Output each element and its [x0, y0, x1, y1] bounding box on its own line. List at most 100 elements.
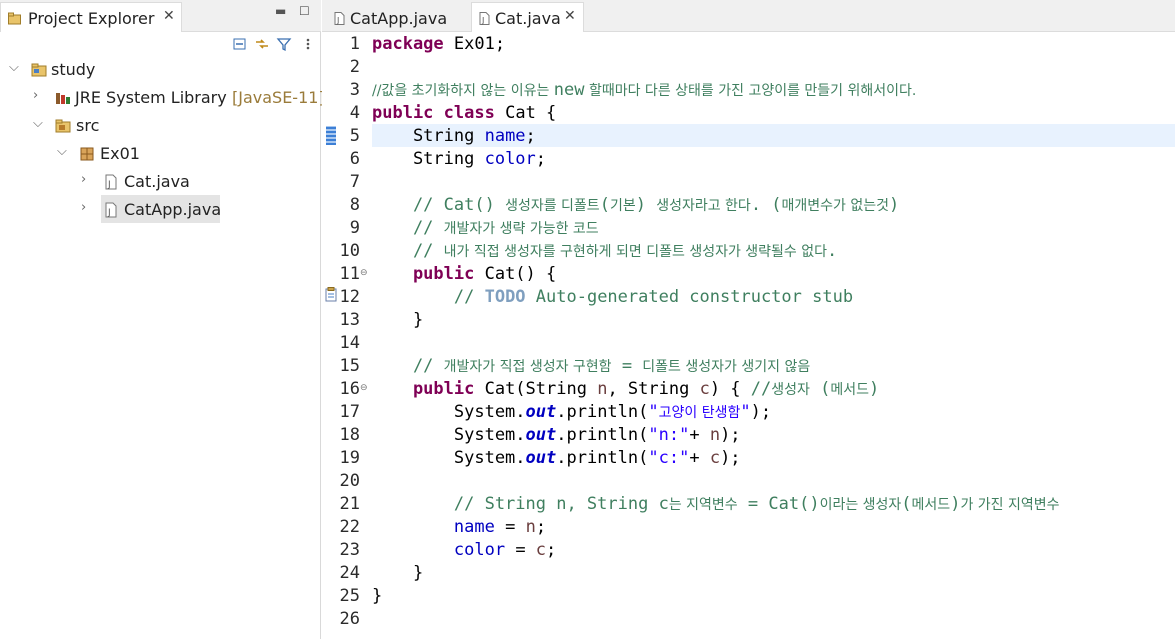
- comment: 이라는 생성자: [819, 497, 902, 513]
- comment: 메서드: [911, 497, 951, 513]
- close-icon[interactable]: ✕: [163, 8, 175, 24]
- library-icon: [56, 93, 70, 104]
- tree-item-study[interactable]: ⌵ study: [0, 57, 321, 83]
- code-line[interactable]: // 개발자가 직접 생성자 구현함 = 디폴트 생성자가 생기지 않음: [372, 355, 810, 378]
- code-line[interactable]: public Cat() {: [372, 263, 556, 286]
- chevron-down-icon[interactable]: ⌵: [57, 144, 67, 159]
- code-line[interactable]: System.out.println("c:"+ c);: [372, 447, 741, 470]
- fold-collapse-icon[interactable]: ⊖: [360, 383, 368, 393]
- code-line[interactable]: }: [372, 562, 423, 585]
- parameter: c: [699, 379, 710, 399]
- tree-item-src[interactable]: ⌵ src: [0, 113, 321, 139]
- code-line[interactable]: //값을 초기화하지 않는 이유는 new 할때마다 다른 상태를 가진 고양이…: [372, 79, 916, 102]
- file-label: Cat.java: [124, 172, 190, 191]
- code-text: );: [720, 448, 741, 468]
- chevron-right-icon[interactable]: ›: [33, 88, 38, 103]
- minimize-icon[interactable]: ▬: [275, 4, 286, 18]
- parameter: n: [525, 517, 536, 537]
- collapse-all-icon[interactable]: [232, 36, 248, 52]
- java-file-icon: J: [105, 174, 117, 190]
- line-number: 18: [339, 425, 360, 445]
- code-text: );: [720, 425, 741, 445]
- line-number: 7: [349, 172, 360, 192]
- line-number: 3: [349, 80, 360, 100]
- code-line[interactable]: color = c;: [372, 539, 556, 562]
- field-name: name: [453, 517, 495, 537]
- code-text: Cat() {: [474, 264, 557, 284]
- code-text: +: [689, 448, 710, 468]
- static-field: out: [525, 402, 557, 422]
- comment: //값을 초기화하지 않는 이유는: [372, 83, 554, 99]
- code-line[interactable]: String color;: [372, 148, 546, 171]
- line-number: 9: [349, 218, 360, 238]
- comment: Auto-generated constructor stub: [525, 287, 854, 307]
- code-line[interactable]: // 내가 직접 생성자를 구현하게 되면 디폴트 생성자가 생략될수 없다.: [372, 240, 837, 263]
- string-literal: 고양이 탄생함: [658, 405, 741, 421]
- line-number: 19: [339, 448, 360, 468]
- chevron-down-icon[interactable]: ⌵: [33, 116, 43, 131]
- code-line[interactable]: public Cat(String n, String c) { //생성자 (…: [372, 378, 879, 401]
- code-line[interactable]: public class Cat {: [372, 102, 556, 125]
- code-text: ;: [535, 149, 547, 169]
- tree-item-cat-java[interactable]: › J Cat.java: [0, 169, 321, 195]
- chevron-right-icon[interactable]: ›: [81, 200, 86, 215]
- fold-collapse-icon[interactable]: ⊖: [360, 268, 368, 278]
- code-line[interactable]: }: [372, 585, 382, 608]
- package-icon: [80, 147, 94, 161]
- tree-item-package[interactable]: ⌵ Ex01: [0, 141, 321, 167]
- code-line[interactable]: package Ex01;: [372, 33, 505, 56]
- code-line[interactable]: }: [372, 309, 423, 332]
- code-line[interactable]: String name;: [372, 125, 536, 148]
- code-line[interactable]: // Cat() 생성자를 디폴트(기본) 생성자라고 한다. (매개변수가 없…: [372, 194, 899, 217]
- tab-project-explorer[interactable]: Project Explorer ✕: [0, 2, 182, 32]
- line-number: 17: [339, 402, 360, 422]
- explorer-header: Project Explorer ✕ ▬ ☐: [0, 0, 321, 32]
- line-number: 6: [349, 149, 360, 169]
- todo-tag: TODO: [484, 287, 526, 307]
- code-editor: J CatApp.java J Cat.java ✕ 1 2 3 4 5 6 7…: [322, 0, 1175, 639]
- keyword: class: [443, 103, 495, 123]
- line-number: 14: [339, 333, 360, 353]
- chevron-right-icon[interactable]: ›: [81, 172, 86, 187]
- code-line[interactable]: name = n;: [372, 516, 546, 539]
- code-line[interactable]: // 개발자가 생략 가능한 코드: [372, 217, 599, 240]
- comment: 내가 직접 생성자를 구현하게 되면 디폴트 생성자가 생략될수 없다: [443, 244, 828, 260]
- code-line[interactable]: System.out.println("고양이 탄생함");: [372, 401, 771, 424]
- tab-cat-java[interactable]: J Cat.java ✕: [471, 2, 584, 32]
- comment: ): [950, 494, 961, 514]
- comment: = Cat(): [737, 494, 820, 514]
- svg-text:J: J: [481, 16, 484, 25]
- line-number: 5: [349, 126, 360, 146]
- tab-label: Cat.java: [495, 9, 561, 28]
- line-number: 13: [339, 310, 360, 330]
- comment: .: [827, 241, 838, 261]
- code-line[interactable]: // String n, String c는 지역변수 = Cat()이라는 생…: [372, 493, 1060, 516]
- maximize-icon[interactable]: ☐: [299, 4, 310, 18]
- code-text: ;: [525, 126, 536, 146]
- keyword: public: [372, 264, 475, 284]
- comment: 생성자를 디폴트: [505, 198, 600, 214]
- tree-item-jre[interactable]: › JRE System Library [JavaSE-11]: [0, 85, 325, 111]
- code-line[interactable]: // TODO Auto-generated constructor stub: [372, 286, 853, 309]
- close-icon[interactable]: ✕: [564, 8, 576, 24]
- code-text: .println(: [556, 402, 649, 422]
- tree-item-catapp-java[interactable]: › J CatApp.java: [0, 197, 321, 223]
- comment: 매개변수가 없는것: [781, 198, 890, 214]
- code-line[interactable]: System.out.println("n:"+ n);: [372, 424, 741, 447]
- source-folder-icon: [55, 119, 71, 133]
- link-with-editor-icon[interactable]: [254, 36, 270, 52]
- code-text: +: [689, 425, 710, 445]
- filter-icon[interactable]: [276, 36, 292, 52]
- file-label: CatApp.java: [124, 200, 222, 219]
- comment: 는 지역변수: [668, 497, 738, 513]
- code-text: Cat {: [494, 103, 557, 123]
- jre-decoration: [JavaSE-11]: [232, 88, 325, 107]
- chevron-down-icon[interactable]: ⌵: [9, 60, 19, 75]
- parameter: c: [535, 540, 547, 560]
- line-number: 10: [339, 241, 360, 261]
- tab-catapp-java[interactable]: J CatApp.java: [328, 2, 470, 32]
- line-number: 20: [339, 471, 360, 491]
- view-menu-icon[interactable]: [300, 36, 316, 52]
- line-number: 15: [339, 356, 360, 376]
